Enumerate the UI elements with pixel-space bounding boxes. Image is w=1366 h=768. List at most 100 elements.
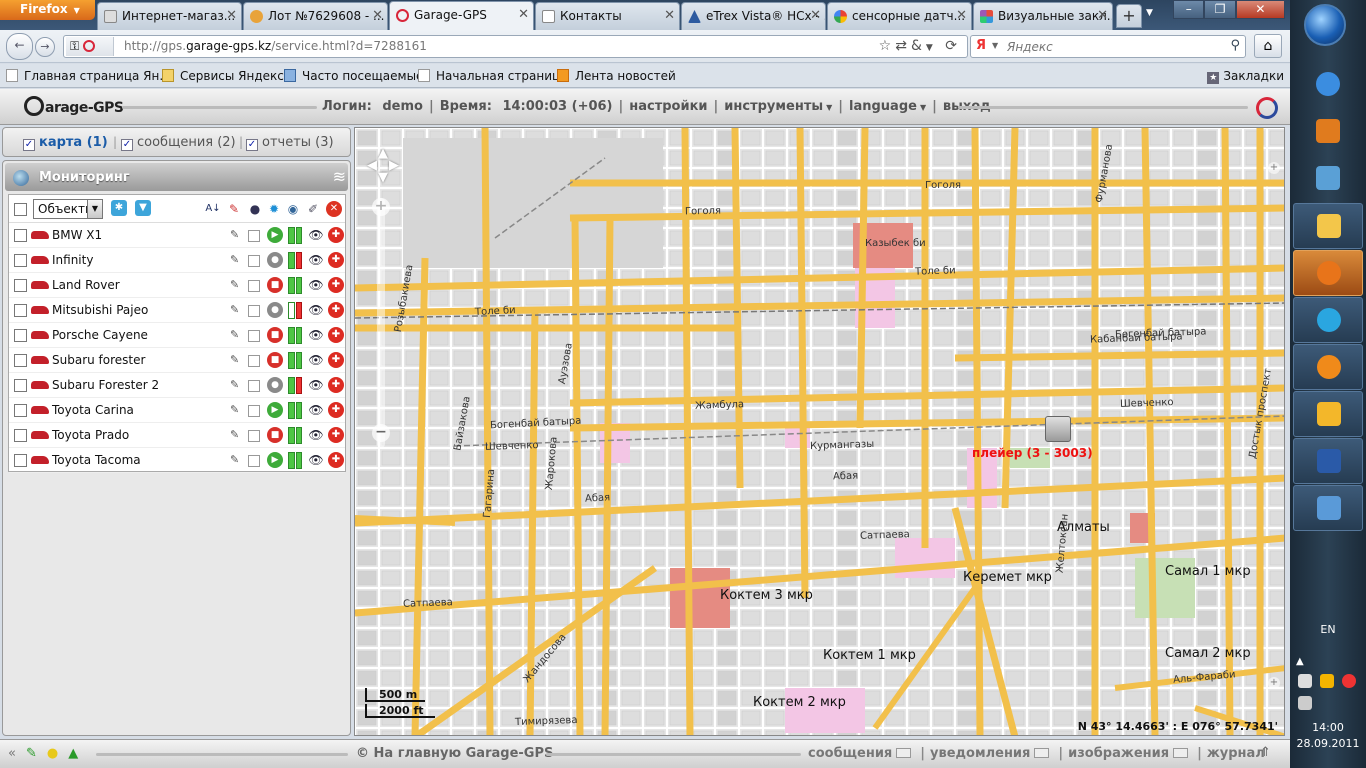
plus-icon[interactable]: + bbox=[1268, 162, 1280, 174]
taskbar-app[interactable] bbox=[1293, 203, 1363, 249]
remove-icon[interactable]: ✕ bbox=[326, 201, 342, 217]
add-group-icon[interactable]: ✱ bbox=[111, 200, 127, 216]
object-name[interactable]: Land Rover bbox=[52, 278, 120, 292]
eye-icon[interactable]: 👁 bbox=[308, 378, 324, 392]
notifications-link[interactable]: уведомления bbox=[930, 746, 1030, 761]
list-all-tabs-icon[interactable]: ▼ bbox=[1146, 8, 1153, 18]
track-checkbox[interactable] bbox=[248, 255, 260, 267]
object-row[interactable]: Mitsubishi Pajeo ✎ ● 👁 ✚ bbox=[9, 298, 345, 323]
eye-icon[interactable]: 👁 bbox=[308, 278, 324, 292]
browser-tab[interactable]: eTrex Vista® HCx - ... ✕ bbox=[681, 2, 826, 30]
browser-tab[interactable]: Лот №7629608 - ... ✕ bbox=[243, 2, 388, 30]
tools-menu[interactable]: инструменты ▼ bbox=[724, 99, 832, 114]
taskbar-app[interactable] bbox=[1293, 156, 1363, 202]
taskbar-app[interactable] bbox=[1293, 250, 1363, 296]
locate-icon[interactable]: ✚ bbox=[328, 427, 344, 443]
taskbar-app[interactable] bbox=[1293, 438, 1363, 484]
double-arrow-icon[interactable]: « bbox=[8, 746, 26, 761]
home-link[interactable]: © На главную Garage-GPS bbox=[356, 746, 553, 761]
taskbar-app[interactable] bbox=[1293, 62, 1363, 108]
pencil-icon[interactable]: ✎ bbox=[226, 201, 242, 217]
taskbar-app[interactable] bbox=[1293, 391, 1363, 437]
object-row[interactable]: Land Rover ✎ ■ 👁 ✚ bbox=[9, 273, 345, 298]
bookmark-item[interactable]: Главная страница Ян... bbox=[6, 69, 171, 83]
locate-icon[interactable]: ✚ bbox=[328, 227, 344, 243]
object-row[interactable]: Toyota Prado ✎ ■ 👁 ✚ bbox=[9, 423, 345, 448]
track-checkbox[interactable] bbox=[248, 405, 260, 417]
locate-icon[interactable]: ✚ bbox=[328, 302, 344, 318]
object-checkbox[interactable] bbox=[14, 404, 27, 417]
taskbar-app[interactable] bbox=[1293, 344, 1363, 390]
eye-icon[interactable]: 👁 bbox=[308, 428, 324, 442]
close-icon[interactable]: ✕ bbox=[1097, 8, 1108, 23]
journal-link[interactable]: журнал bbox=[1207, 746, 1265, 761]
map-pan-control[interactable]: ▲ ◀ ▶ ▼ bbox=[367, 146, 401, 185]
object-row[interactable]: Porsche Cayene ✎ ■ 👁 ✚ bbox=[9, 323, 345, 348]
dropdown-filter-icon[interactable]: ▼ bbox=[135, 200, 151, 216]
track-checkbox[interactable] bbox=[248, 330, 260, 342]
home-button[interactable]: ⌂ bbox=[1254, 34, 1282, 58]
object-row[interactable]: Toyota Tacoma ✎ ▶ 👁 ✚ bbox=[9, 448, 345, 473]
search-bar[interactable]: Я ▼ ⚲ bbox=[970, 35, 1246, 58]
vehicle-marker-icon[interactable] bbox=[1045, 416, 1071, 442]
sensor-icon[interactable]: ● bbox=[247, 201, 263, 217]
satellite-icon[interactable]: ✐ bbox=[305, 201, 321, 217]
bookmark-item[interactable]: Лента новостей bbox=[557, 69, 676, 83]
close-icon[interactable]: ✕ bbox=[372, 8, 383, 23]
wrench-icon[interactable]: ✎ bbox=[230, 378, 242, 392]
wrench-icon[interactable]: ✎ bbox=[230, 328, 242, 342]
sort-az-icon[interactable]: A↓ bbox=[205, 201, 221, 217]
sound-icon[interactable]: ▲ bbox=[68, 746, 88, 761]
locate-icon[interactable]: ✚ bbox=[328, 252, 344, 268]
locate-icon[interactable]: ✚ bbox=[328, 377, 344, 393]
wrench-icon[interactable]: ✎ bbox=[230, 228, 242, 242]
eye-icon[interactable]: 👁 bbox=[308, 453, 324, 467]
messages-link[interactable]: сообщения bbox=[808, 746, 892, 761]
eye-icon[interactable]: 👁 bbox=[308, 403, 324, 417]
globe-icon[interactable]: ◉ bbox=[285, 201, 301, 217]
track-checkbox[interactable] bbox=[248, 355, 260, 367]
track-checkbox[interactable] bbox=[248, 380, 260, 392]
garage-gps-logo[interactable]: arage-GPS bbox=[24, 96, 124, 116]
object-checkbox[interactable] bbox=[14, 329, 27, 342]
language-indicator[interactable]: EN bbox=[1290, 623, 1366, 636]
object-checkbox[interactable] bbox=[14, 229, 27, 242]
back-button[interactable]: ← bbox=[6, 33, 33, 60]
object-checkbox[interactable] bbox=[14, 429, 27, 442]
object-name[interactable]: Toyota Carina bbox=[52, 403, 134, 417]
close-window-icon[interactable]: ✕ bbox=[1235, 0, 1285, 19]
object-name[interactable]: Mitsubishi Pajeo bbox=[52, 303, 148, 317]
star-icon[interactable]: ☆ bbox=[879, 38, 896, 54]
browser-tab[interactable]: сенсорные датч... ✕ bbox=[827, 2, 972, 30]
checkbox-checked-icon[interactable]: ✓ bbox=[23, 139, 35, 151]
close-icon[interactable]: ✕ bbox=[664, 8, 675, 23]
track-checkbox[interactable] bbox=[248, 455, 260, 467]
zoom-out-icon[interactable]: − bbox=[372, 424, 390, 442]
plus-icon[interactable]: + bbox=[1268, 677, 1280, 689]
eye-icon[interactable]: 👁 bbox=[308, 228, 324, 242]
object-checkbox[interactable] bbox=[14, 254, 27, 267]
locate-icon[interactable]: ✚ bbox=[328, 327, 344, 343]
wrench-icon[interactable]: ✎ bbox=[230, 428, 242, 442]
object-name[interactable]: Toyota Prado bbox=[52, 428, 129, 442]
wrench-icon[interactable]: ✎ bbox=[230, 303, 242, 317]
wrench-icon[interactable]: ✎ bbox=[230, 403, 242, 417]
close-icon[interactable]: ✕ bbox=[956, 8, 967, 23]
wrench-icon[interactable]: ✎ bbox=[230, 278, 242, 292]
checkbox-checked-icon[interactable]: ✓ bbox=[121, 139, 133, 151]
locate-icon[interactable]: ✚ bbox=[328, 352, 344, 368]
bulb-icon[interactable]: ● bbox=[47, 746, 68, 761]
object-row[interactable]: Infinity ✎ ● 👁 ✚ bbox=[9, 248, 345, 273]
tab-messages[interactable]: ✓ сообщения (2) bbox=[121, 135, 236, 151]
reload-icon[interactable]: ⟳ bbox=[945, 38, 961, 54]
forward-button[interactable]: → bbox=[35, 37, 55, 57]
object-checkbox[interactable] bbox=[14, 379, 27, 392]
pan-up-icon[interactable]: ▲ bbox=[378, 146, 388, 161]
locate-icon[interactable]: ✚ bbox=[328, 277, 344, 293]
object-name[interactable]: BMW X1 bbox=[52, 228, 102, 242]
object-checkbox[interactable] bbox=[14, 279, 27, 292]
settings-link[interactable]: настройки bbox=[629, 99, 707, 114]
site-identity-button[interactable]: ⚿ bbox=[66, 37, 114, 56]
taskbar-app[interactable] bbox=[1293, 485, 1363, 531]
agent-tray-icon[interactable] bbox=[1342, 674, 1356, 688]
